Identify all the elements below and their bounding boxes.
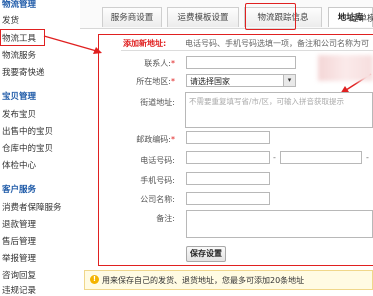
sidebar-item-ship[interactable]: 发货 xyxy=(2,14,19,26)
region-label: 所在地区:* xyxy=(136,77,175,86)
note-label: 备注: xyxy=(156,214,175,223)
sidebar-item-on-sale[interactable]: 出售中的宝贝 xyxy=(2,125,53,137)
tab-waybill-label[interactable]: 运单模 xyxy=(350,12,373,24)
phone-label: 电话号码: xyxy=(140,156,175,165)
tab-bar: 服务商设置 运费模板设置 物流跟踪信息 地址库 xyxy=(80,0,373,29)
zip-input[interactable] xyxy=(186,131,270,144)
zip-label: 邮政编码:* xyxy=(136,135,175,144)
sidebar-item-consult-reply[interactable]: 咨询回复 xyxy=(2,269,36,281)
sidebar-section-items: 宝贝管理 xyxy=(2,92,37,102)
contact-input[interactable] xyxy=(186,56,296,69)
tab-shipping-template[interactable]: 运费模板设置 xyxy=(167,7,239,27)
sidebar-item-publish[interactable]: 发布宝贝 xyxy=(2,108,36,120)
notice-text: 用来保存自己的发货、退货地址，您最多可添加20条地址 xyxy=(102,276,305,285)
street-label: 街道地址: xyxy=(140,98,175,107)
sidebar-section-customer-service: 客户服务 xyxy=(2,185,37,195)
note-textarea[interactable] xyxy=(186,210,373,238)
phone-separator-2: - xyxy=(366,153,369,162)
sidebar-item-health-center[interactable]: 体检中心 xyxy=(2,159,36,171)
sidebar-item-logistics-service[interactable]: 物流服务 xyxy=(2,49,36,61)
phone-area-input[interactable] xyxy=(186,151,270,164)
phone-number-input[interactable] xyxy=(280,151,362,164)
sidebar-item-report[interactable]: 举报管理 xyxy=(2,252,36,264)
contact-label: 联系人:* xyxy=(144,59,175,68)
sidebar-item-violations[interactable]: 违规记录 xyxy=(2,284,36,296)
form-section-title: 添加新地址: xyxy=(123,39,167,48)
country-select-value: 请选择国家 xyxy=(190,77,230,86)
company-label: 公司名称: xyxy=(140,195,175,204)
country-select[interactable]: 请选择国家 ▾ xyxy=(186,74,296,87)
street-input[interactable]: 不需要重复填写省/市/区，可输入拼音获取提示 xyxy=(185,92,373,128)
address-tab-highlight xyxy=(245,3,296,30)
blurred-area xyxy=(318,55,373,81)
tab-provider-settings[interactable]: 服务商设置 xyxy=(102,7,162,27)
sidebar-item-refund[interactable]: 退款管理 xyxy=(2,218,36,230)
notice-bar: ! 用来保存自己的发货、退货地址，您最多可添加20条地址 xyxy=(84,270,373,290)
sidebar-section-logistics: 物流管理 xyxy=(2,0,37,10)
street-placeholder: 不需要重复填写省/市/区，可输入拼音获取提示 xyxy=(189,97,345,106)
lightbulb-icon: ! xyxy=(90,275,99,284)
phone-separator-1: - xyxy=(273,153,276,162)
company-input[interactable] xyxy=(186,192,270,205)
form-divider xyxy=(121,50,373,51)
sidebar-item-send-express[interactable]: 我要寄快递 xyxy=(2,66,45,78)
sidebar-item-in-warehouse[interactable]: 仓库中的宝贝 xyxy=(2,142,53,154)
mobile-input[interactable] xyxy=(186,172,270,185)
form-section-hint: 电话号码、手机号码选填一项，备注和公司名称为可 xyxy=(185,39,369,48)
logistics-tools-highlight xyxy=(0,29,45,46)
sidebar-item-after-sales[interactable]: 售后管理 xyxy=(2,235,36,247)
sidebar-item-consumer-protection[interactable]: 消费者保障服务 xyxy=(2,201,62,213)
save-button[interactable]: 保存设置 xyxy=(186,246,226,262)
chevron-down-icon[interactable]: ▾ xyxy=(283,75,295,86)
mobile-label: 手机号码: xyxy=(140,176,175,185)
